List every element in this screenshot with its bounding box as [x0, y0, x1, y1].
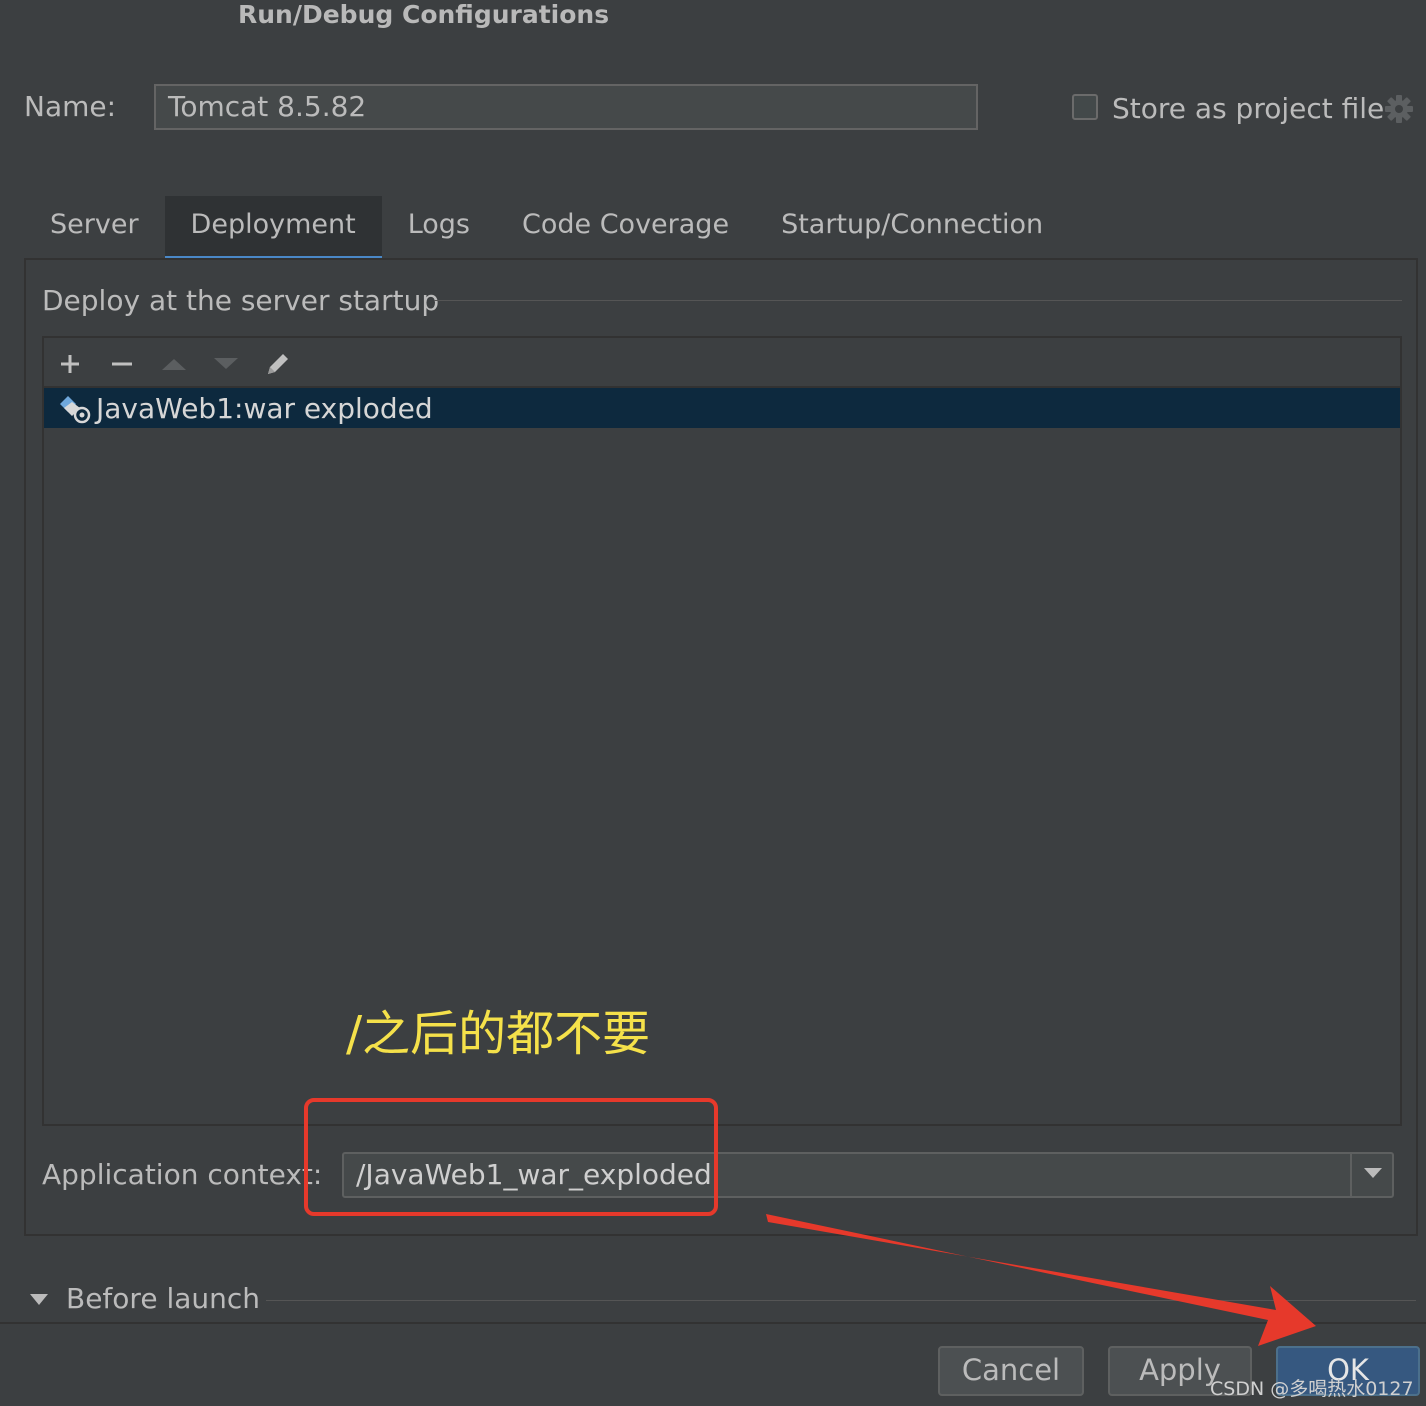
- dialog-title: Run/Debug Configurations: [238, 0, 610, 29]
- footer-divider: [0, 1322, 1426, 1324]
- application-context-label: Application context:: [42, 1158, 323, 1191]
- arrow-down-icon[interactable]: [208, 346, 244, 382]
- collapse-triangle-icon[interactable]: [30, 1294, 48, 1305]
- tab-server[interactable]: Server: [24, 196, 165, 256]
- minus-icon[interactable]: [104, 346, 140, 382]
- artifact-icon: [60, 396, 91, 424]
- gear-icon[interactable]: [1384, 94, 1414, 124]
- combo-separator: [1350, 1154, 1352, 1196]
- arrow-up-icon[interactable]: [156, 346, 192, 382]
- list-item-label: JavaWeb1:war exploded: [96, 392, 433, 425]
- watermark: CSDN @多喝热水0127: [1210, 1378, 1414, 1400]
- cancel-button[interactable]: Cancel: [938, 1346, 1084, 1396]
- deploy-section-title: Deploy at the server startup: [42, 284, 440, 317]
- edit-icon[interactable]: [260, 346, 296, 382]
- annotation-highlight-box: [304, 1098, 718, 1216]
- name-field[interactable]: Tomcat 8.5.82: [154, 84, 978, 130]
- store-as-project-file-label[interactable]: Store as project file: [1112, 92, 1384, 125]
- tab-deployment[interactable]: Deployment: [164, 196, 382, 260]
- tab-bar: Server Deployment Logs Code Coverage Sta…: [24, 196, 1069, 260]
- name-label: Name:: [24, 90, 117, 123]
- plus-icon[interactable]: [52, 346, 88, 382]
- tab-code-coverage[interactable]: Code Coverage: [496, 196, 755, 256]
- tab-startup-connection[interactable]: Startup/Connection: [755, 196, 1069, 256]
- deployment-toolbar: [44, 338, 1400, 388]
- before-launch-label[interactable]: Before launch: [66, 1282, 260, 1315]
- chevron-down-icon[interactable]: [1364, 1168, 1382, 1178]
- annotation-text: /之后的都不要: [346, 1006, 651, 1062]
- deployment-list: [42, 336, 1402, 1126]
- before-launch-divider: [266, 1300, 1416, 1301]
- section-divider: [434, 300, 1402, 301]
- tab-logs[interactable]: Logs: [382, 196, 496, 256]
- store-as-project-file-checkbox[interactable]: [1072, 94, 1098, 120]
